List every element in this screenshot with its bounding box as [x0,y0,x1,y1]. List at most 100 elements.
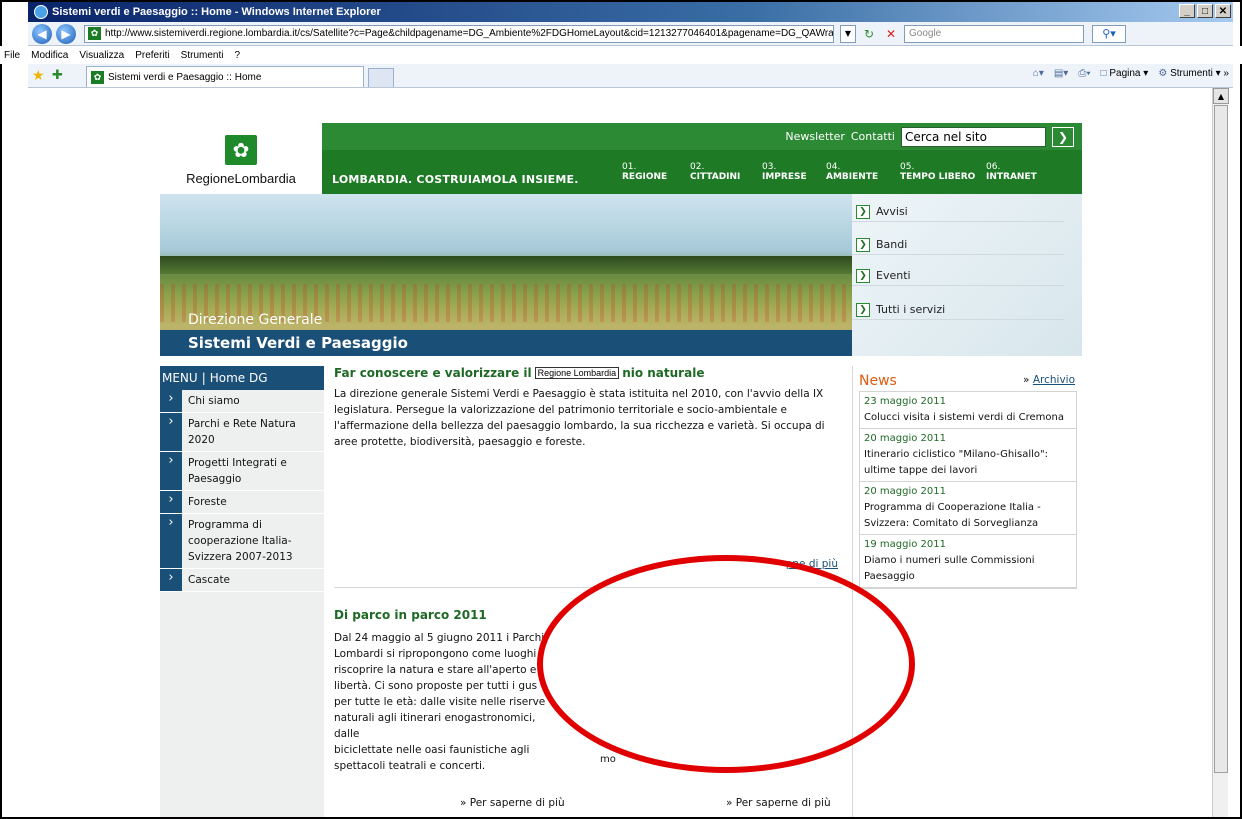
nav-label: REGIONE [622,172,668,182]
menu-visualizza[interactable]: Visualizza [79,50,124,61]
stop-icon[interactable]: ✕ [882,25,900,43]
news-text: Programma di Cooperazione Italia - Svizz… [864,502,1041,529]
menu-item-foreste[interactable]: › Foreste [160,491,324,514]
address-dropdown-button[interactable]: ▼ [840,24,856,43]
site-search-button[interactable]: ❯ [1052,126,1074,147]
site-header: ✿ RegioneLombardia Newsletter Contatti C… [160,123,1082,194]
nav-intranet[interactable]: 06. INTRANET [986,162,1037,182]
home-dg-link[interactable]: Home DG [210,371,268,385]
nav-num: 06. [986,162,1001,172]
main-nav: LOMBARDIA. COSTRUIAMOLA INSIEME. 01. REGI… [322,150,1082,194]
menu-bar: File Modifica Visualizza Preferiti Strum… [0,46,1242,64]
page-menu[interactable]: □ Pagina ▾ [1101,68,1149,79]
menu-item-label: Chi siamo [188,395,240,407]
address-input[interactable]: ✿ http://www.sistemiverdi.regione.lombar… [84,24,834,43]
browser-search-placeholder: Google [909,28,942,39]
tools-menu-label: Strumenti [1170,68,1213,79]
gear-icon: ⚙ [1158,68,1168,79]
nav-ambiente[interactable]: 04. AMBIENTE [826,162,878,182]
add-favorite-icon[interactable]: ✚ [52,68,63,83]
menu-separator: | [201,371,206,385]
menu-item-chi-siamo[interactable]: › Chi siamo [160,390,324,413]
news-item[interactable]: 20 maggio 2011 Itinerario ciclistico "Mil… [860,429,1076,482]
archive-label: Archivio [1032,374,1075,386]
menu-help[interactable]: ? [234,50,240,61]
site-search-input[interactable]: Cerca nel sito [901,126,1046,147]
content-divider [334,587,842,588]
logo-text: RegioneLombardia [186,171,296,186]
archive-prefix: » [1023,374,1030,386]
hero-title: Sistemi Verdi e Paesaggio [160,330,852,356]
news-item[interactable]: 23 maggio 2011 Colucci visita i sistemi v… [860,392,1076,429]
page-icon: □ [1100,68,1107,79]
article1-title[interactable]: Far conoscere e valorizzare il Regione Lo… [334,366,704,380]
article2-title[interactable]: Di parco in parco 2011 [334,608,487,622]
news-archive-link[interactable]: » Archivio [1023,374,1075,386]
scroll-thumb[interactable] [1214,105,1228,773]
site-logo[interactable]: ✿ RegioneLombardia [160,123,322,194]
browser-search-button[interactable]: ⚲▾ [1092,24,1126,43]
menu-item-label: Progetti Integrati e Paesaggio [188,457,287,485]
menu-item-label: Programma di cooperazione Italia-Svizzer… [188,519,293,563]
menu-file[interactable]: File [4,50,20,61]
nav-cittadini[interactable]: 02. CITTADINI [690,162,740,182]
home-icon[interactable]: ⌂▾ [1033,68,1044,79]
close-button[interactable]: ✕ [1215,4,1231,18]
article2-more-link[interactable]: mo [600,754,616,765]
article2-line: Dal 24 maggio al 5 giugno 2011 i Parchi [334,632,545,644]
top-links-strip: Newsletter Contatti Cerca nel sito ❯ [322,123,1082,150]
address-url: http://www.sistemiverdi.regione.lombardi… [105,28,834,39]
bottom-more-link-1[interactable]: » Per saperne di più [460,797,565,809]
menu-item-progetti[interactable]: › Progetti Integrati e Paesaggio [160,452,324,491]
web-page: ✿ RegioneLombardia Newsletter Contatti C… [160,123,1082,819]
feeds-icon[interactable]: ▤▾ [1054,68,1068,79]
article1-title-start: Far conoscere e valorizzare il [334,366,532,380]
menu-item-parchi[interactable]: › Parchi e Rete Natura 2020 [160,413,324,452]
back-button[interactable]: ◀ [32,23,52,44]
minimize-button[interactable]: _ [1179,4,1195,18]
service-eventi[interactable]: ❯ Eventi [852,266,1064,286]
newsletter-link[interactable]: Newsletter [785,130,844,143]
new-tab-button[interactable] [368,68,394,87]
menu-modifica[interactable]: Modifica [31,50,68,61]
chevron-right-icon: ❯ [856,204,870,219]
maximize-button[interactable]: □ [1197,4,1213,18]
window-controls: _ □ ✕ [1179,4,1231,18]
service-tutti[interactable]: ❯ Tutti i servizi [852,300,1064,320]
refresh-icon[interactable]: ↻ [860,25,878,43]
contatti-link[interactable]: Contatti [851,130,895,143]
print-icon[interactable]: ⎙▾ [1078,68,1090,79]
news-item[interactable]: 20 maggio 2011 Programma di Cooperazione … [860,482,1076,535]
chevron-right-icon: ❯ [856,302,870,317]
scroll-up-arrow-icon[interactable]: ▲ [1213,88,1229,104]
bottom-more-link-2[interactable]: » Per saperne di più [726,797,831,809]
forward-button[interactable]: ▶ [56,23,76,44]
nav-tempo-libero[interactable]: 05. TEMPO LIBERO [900,162,975,182]
hero-banner: Direzione Generale Sistemi Verdi e Paesa… [160,194,852,356]
tab-active[interactable]: ✿ Sistemi verdi e Paesaggio :: Home [86,66,364,87]
address-toolbar: ◀ ▶ ✿ http://www.sistemiverdi.regione.lo… [28,22,1233,46]
chevron-right-icon: › [160,569,182,591]
site-search-value: Cerca nel sito [905,129,987,144]
favorites-star-icon[interactable]: ★ [32,68,45,84]
nav-num: 05. [900,162,915,172]
menu-preferiti[interactable]: Preferiti [135,50,169,61]
browser-search-input[interactable]: Google [904,24,1084,43]
article2-line: riscoprire la natura e stare all'aperto … [334,664,537,676]
site-slogan: LOMBARDIA. COSTRUIAMOLA INSIEME. [332,173,579,186]
service-bandi[interactable]: ❯ Bandi [852,235,1064,255]
menu-item-programma[interactable]: › Programma di cooperazione Italia-Svizze… [160,514,324,569]
menu-item-cascate[interactable]: › Cascate [160,569,324,592]
menu-strumenti[interactable]: Strumenti [181,50,224,61]
news-title: News [859,373,897,389]
tools-menu[interactable]: ⚙ Strumenti ▾ » [1158,68,1229,79]
menu-header: MENU | Home DG [160,366,324,390]
nav-regione[interactable]: 01. REGIONE [622,162,667,182]
article1-body: La direzione generale Sistemi Verdi e Pa… [334,388,825,448]
service-avvisi[interactable]: ❯ Avvisi [852,202,1064,222]
news-item[interactable]: 19 maggio 2011 Diamo i numeri sulle Commi… [860,535,1076,588]
article1-more-link[interactable]: pne di più [786,558,838,570]
nav-imprese[interactable]: 03. IMPRESE [762,162,807,182]
vertical-scrollbar[interactable]: ▲ [1212,88,1229,819]
chevron-right-icon: › [160,413,182,451]
